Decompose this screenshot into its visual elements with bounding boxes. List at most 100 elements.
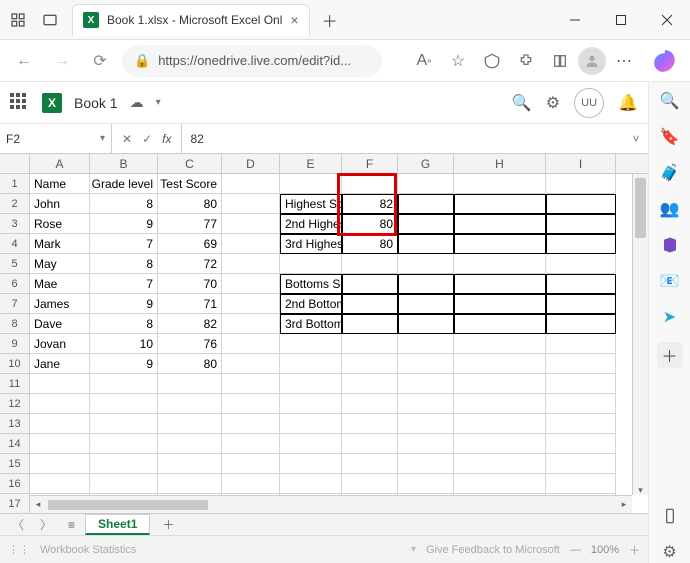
row-header[interactable]: 14	[0, 434, 30, 454]
row-header[interactable]: 17	[0, 494, 30, 513]
cell[interactable]	[342, 334, 398, 354]
cell[interactable]	[158, 394, 222, 414]
outlook-icon[interactable]: 📧	[659, 270, 681, 292]
cell[interactable]: 80	[158, 354, 222, 374]
workspace-icon[interactable]	[8, 10, 28, 30]
cell[interactable]	[158, 434, 222, 454]
cell[interactable]: 8	[90, 314, 158, 334]
col-header[interactable]: B	[90, 154, 158, 173]
cell[interactable]	[280, 414, 342, 434]
sidebar-settings-icon[interactable]: ⚙	[659, 541, 681, 563]
cell[interactable]: 8	[90, 254, 158, 274]
workbook-statistics[interactable]: Workbook Statistics	[40, 544, 136, 556]
fx-icon[interactable]: fx	[162, 132, 171, 146]
cell[interactable]	[30, 414, 90, 434]
cell[interactable]	[398, 394, 454, 414]
cell[interactable]	[342, 374, 398, 394]
cell[interactable]	[280, 174, 342, 194]
sheet-nav-next[interactable]: 〉	[34, 516, 58, 533]
cell[interactable]	[90, 434, 158, 454]
refresh-button[interactable]: ⟳	[84, 45, 116, 77]
address-bar[interactable]: 🔒 https://onedrive.live.com/edit?id...	[122, 45, 382, 77]
cell[interactable]: 69	[158, 234, 222, 254]
cell[interactable]: 9	[90, 214, 158, 234]
cell[interactable]	[30, 474, 90, 494]
cell[interactable]: 8	[90, 194, 158, 214]
cell[interactable]	[342, 174, 398, 194]
accept-formula-icon[interactable]: ✓	[142, 132, 152, 146]
cell[interactable]: 9	[90, 354, 158, 374]
cell[interactable]: Bottoms Score	[280, 274, 342, 294]
cell[interactable]: 80	[158, 194, 222, 214]
cell[interactable]	[222, 474, 280, 494]
zoom-level[interactable]: 100%	[591, 544, 619, 556]
chevron-down-icon[interactable]: ▾	[156, 97, 161, 108]
sheet-tab[interactable]: Sheet1	[85, 514, 150, 536]
app-launcher-icon[interactable]	[10, 93, 30, 113]
cell[interactable]: 3rd Highest	[280, 234, 342, 254]
cell[interactable]: 9	[90, 294, 158, 314]
cell[interactable]	[342, 414, 398, 434]
cell[interactable]	[222, 274, 280, 294]
cell[interactable]	[222, 374, 280, 394]
chevron-down-icon[interactable]: ▾	[100, 133, 105, 144]
col-header[interactable]: E	[280, 154, 342, 173]
cell[interactable]: 10	[90, 334, 158, 354]
row-header[interactable]: 13	[0, 414, 30, 434]
cell[interactable]	[222, 454, 280, 474]
row-header[interactable]: 7	[0, 294, 30, 314]
cell[interactable]	[280, 394, 342, 414]
cell[interactable]	[222, 314, 280, 334]
col-header[interactable]: H	[454, 154, 546, 173]
cancel-formula-icon[interactable]: ✕	[122, 132, 132, 146]
cell[interactable]	[90, 394, 158, 414]
row-header[interactable]: 5	[0, 254, 30, 274]
cell[interactable]	[222, 434, 280, 454]
cell[interactable]: Test Score	[158, 174, 222, 194]
cell[interactable]: 82	[342, 194, 398, 214]
browser-tab[interactable]: X Book 1.xlsx - Microsoft Excel Onl ×	[72, 4, 310, 36]
document-name[interactable]: Book 1	[74, 95, 118, 111]
row-header[interactable]: 10	[0, 354, 30, 374]
cell[interactable]: May	[30, 254, 90, 274]
cell[interactable]	[398, 174, 454, 194]
cloud-saved-icon[interactable]: ☁	[130, 94, 144, 111]
name-box[interactable]: F2 ▾	[0, 124, 112, 153]
cell[interactable]	[546, 454, 616, 474]
zoom-out-button[interactable]: —	[570, 544, 581, 556]
cell[interactable]	[158, 454, 222, 474]
send-icon[interactable]: ➤	[659, 306, 681, 328]
col-header[interactable]: I	[546, 154, 616, 173]
row-header[interactable]: 8	[0, 314, 30, 334]
cell[interactable]	[546, 214, 616, 234]
cell[interactable]	[546, 394, 616, 414]
col-header[interactable]: A	[30, 154, 90, 173]
cell[interactable]	[90, 454, 158, 474]
cell[interactable]	[280, 474, 342, 494]
cell[interactable]	[546, 234, 616, 254]
minimize-button[interactable]	[552, 0, 598, 40]
cell[interactable]: 71	[158, 294, 222, 314]
cell[interactable]	[454, 354, 546, 374]
cell[interactable]	[454, 454, 546, 474]
cell[interactable]	[546, 354, 616, 374]
add-sheet-button[interactable]: ＋	[154, 516, 182, 533]
bell-icon[interactable]: 🔔	[618, 93, 638, 113]
collections-icon[interactable]	[544, 45, 576, 77]
cell[interactable]	[454, 234, 546, 254]
col-header[interactable]: C	[158, 154, 222, 173]
cell[interactable]	[454, 334, 546, 354]
cell[interactable]	[280, 354, 342, 374]
extensions-icon[interactable]	[510, 45, 542, 77]
select-all-corner[interactable]	[0, 154, 30, 173]
row-header[interactable]: 9	[0, 334, 30, 354]
cell[interactable]: James	[30, 294, 90, 314]
cell[interactable]: 7	[90, 234, 158, 254]
cell[interactable]	[398, 414, 454, 434]
cell[interactable]	[398, 374, 454, 394]
cell[interactable]	[222, 354, 280, 374]
cell[interactable]	[454, 414, 546, 434]
maximize-button[interactable]	[598, 0, 644, 40]
cell[interactable]	[454, 214, 546, 234]
cell[interactable]	[30, 394, 90, 414]
